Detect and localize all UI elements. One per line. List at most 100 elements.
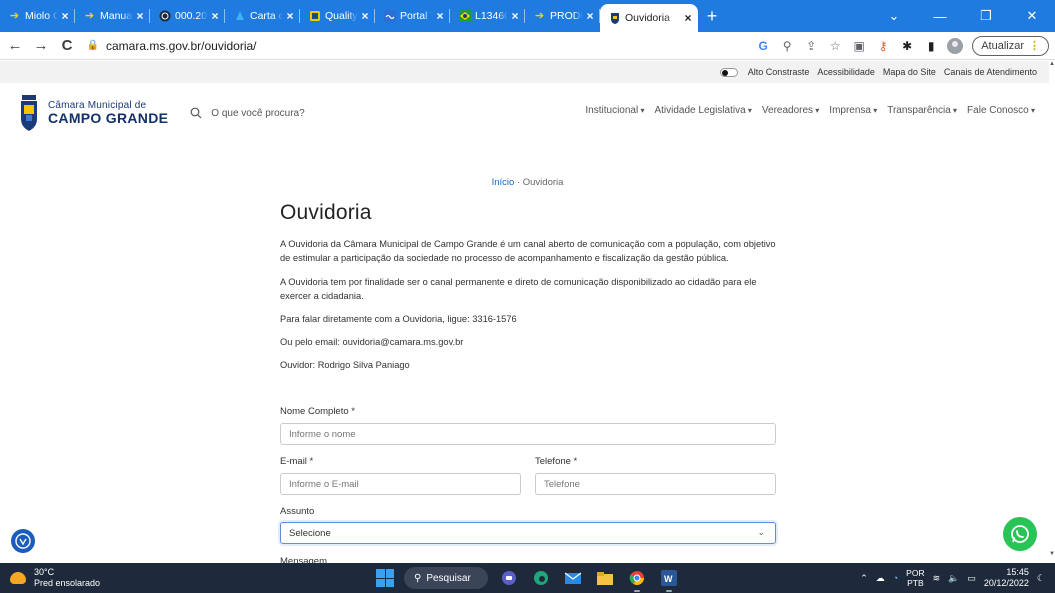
wifi-icon[interactable]: ≋: [933, 573, 941, 584]
name-placeholder: Informe o nome: [289, 428, 356, 440]
taskbar-clock[interactable]: 15:45 20/12/2022: [984, 567, 1029, 589]
extensions-puzzle-icon[interactable]: ✱: [896, 35, 918, 57]
forward-icon[interactable]: →: [30, 37, 52, 54]
close-icon[interactable]: ×: [508, 9, 522, 23]
browser-tab[interactable]: 000.2020_ ×: [150, 0, 225, 32]
close-icon[interactable]: ×: [58, 9, 72, 23]
mail-icon[interactable]: [562, 567, 584, 589]
brand-logo[interactable]: Câmara Municipal de CAMPO GRANDE: [48, 101, 168, 126]
tray-overflow-chevron-icon[interactable]: ⌃: [860, 573, 868, 584]
contrast-toggle[interactable]: [719, 67, 738, 77]
volume-icon[interactable]: 🔈: [948, 573, 959, 584]
sun-cloud-icon: [10, 572, 26, 584]
network-status-icon[interactable]: ◔: [893, 573, 898, 583]
tab-label: Ouvidoria: [625, 12, 670, 24]
extension-key-icon[interactable]: ⚷: [872, 35, 894, 57]
browser-tab[interactable]: ➔ Miolo Cart ×: [0, 0, 75, 32]
nav-institucional[interactable]: Institucional: [585, 105, 644, 116]
profile-avatar-icon[interactable]: [944, 35, 966, 57]
close-icon[interactable]: ×: [133, 9, 147, 23]
subject-select[interactable]: Selecione ⌄: [280, 522, 776, 544]
onedrive-cloud-icon[interactable]: ☁: [876, 573, 885, 584]
whatsapp-icon[interactable]: [1003, 517, 1037, 551]
scroll-up-icon[interactable]: ▲: [1049, 61, 1055, 67]
browser-tab[interactable]: Carta de S ×: [225, 0, 300, 32]
browser-tab-active[interactable]: Ouvidoria ×: [600, 4, 698, 32]
tab-label: Portal TCE: [400, 10, 433, 22]
service-channels-link[interactable]: Canais de Atendimento: [944, 67, 1037, 77]
nav-imprensa[interactable]: Imprensa: [829, 105, 877, 116]
restore-button[interactable]: ❐: [963, 0, 1009, 32]
extension-image-icon[interactable]: ▣: [848, 35, 870, 57]
page-scrollbar[interactable]: ▲ ▼: [1049, 61, 1055, 561]
share-icon[interactable]: ⇪: [800, 35, 822, 57]
close-icon[interactable]: ×: [358, 9, 372, 23]
update-label: Atualizar: [981, 39, 1024, 52]
back-icon[interactable]: ←: [4, 37, 26, 54]
tab-search-icon[interactable]: ⌄: [871, 0, 917, 32]
lang-line2: PTB: [907, 578, 924, 588]
battery-icon[interactable]: ▭: [967, 573, 976, 584]
reload-icon[interactable]: C: [56, 37, 78, 54]
bookmark-star-icon[interactable]: ☆: [824, 35, 846, 57]
close-icon[interactable]: ×: [208, 9, 222, 23]
close-icon[interactable]: ×: [681, 11, 695, 25]
edge-icon[interactable]: [530, 567, 552, 589]
browser-tab[interactable]: Quality W ×: [300, 0, 375, 32]
side-panel-icon[interactable]: ▮: [920, 35, 942, 57]
taskbar-search-label: Pesquisar: [426, 572, 471, 584]
update-button[interactable]: Atualizar ⋮: [972, 35, 1049, 56]
nav-atividade-legislativa[interactable]: Atividade Legislativa: [654, 105, 751, 116]
accessibility-bar: Alto Constraste Acessibilidade Mapa do S…: [0, 61, 1055, 83]
phone-placeholder: Telefone: [544, 478, 580, 490]
word-icon[interactable]: W: [658, 567, 680, 592]
site-search[interactable]: O que você procura?: [190, 107, 305, 119]
zoom-icon[interactable]: ⚲: [776, 35, 798, 57]
accessibility-link[interactable]: Acessibilidade: [817, 67, 875, 77]
subject-selected-value: Selecione: [289, 527, 331, 539]
phone-field[interactable]: Telefone: [535, 473, 776, 495]
windows-start-icon[interactable]: [376, 569, 394, 587]
language-indicator[interactable]: POR PTB: [906, 568, 924, 588]
browser-tab[interactable]: Portal TCE ×: [375, 0, 450, 32]
doc-icon: [308, 10, 321, 23]
google-icon[interactable]: G: [752, 35, 774, 57]
email-field[interactable]: Informe o E-mail: [280, 473, 521, 495]
browser-tab[interactable]: L13460 ×: [450, 0, 525, 32]
tab-label: Miolo Cart: [25, 10, 58, 22]
browser-tab[interactable]: ➔ PRODUTO ×: [525, 0, 600, 32]
close-window-button[interactable]: ✕: [1009, 0, 1055, 32]
window-controls: ⌄ — ❐ ✕: [871, 0, 1055, 32]
nav-fale-conosco[interactable]: Fale Conosco: [967, 105, 1035, 116]
new-tab-button[interactable]: +: [698, 0, 726, 32]
lock-icon[interactable]: 🔒: [86, 40, 100, 51]
chrome-icon[interactable]: [626, 567, 648, 592]
weather-widget[interactable]: 30°C Pred ensolarado: [10, 567, 100, 589]
sitemap-link[interactable]: Mapa do Site: [883, 67, 936, 77]
close-icon[interactable]: ×: [583, 9, 597, 23]
breadcrumb-home-link[interactable]: Início: [492, 177, 515, 188]
tab-label: 000.2020_: [175, 10, 208, 22]
close-icon[interactable]: ×: [283, 9, 297, 23]
address-bar[interactable]: 🔒 camara.ms.gov.br/ouvidoria/: [86, 35, 752, 57]
search-icon: ⚲: [414, 572, 422, 584]
file-explorer-icon[interactable]: [594, 567, 616, 589]
email-label: E-mail *: [280, 456, 314, 467]
minimize-button[interactable]: —: [917, 0, 963, 32]
accessibility-widget-icon[interactable]: [11, 529, 35, 553]
teams-chat-icon[interactable]: [498, 567, 520, 589]
high-contrast-link[interactable]: Alto Constraste: [748, 67, 810, 77]
taskbar-search[interactable]: ⚲ Pesquisar: [404, 567, 488, 589]
crest-icon: [608, 12, 621, 25]
notifications-moon-icon[interactable]: ☾: [1037, 573, 1045, 584]
browser-tab[interactable]: ➔ Manual de ×: [75, 0, 150, 32]
scroll-down-icon[interactable]: ▼: [1049, 551, 1055, 557]
email-paragraph: Ou pelo email: ouvidoria@camara.ms.gov.b…: [280, 337, 464, 347]
weather-desc: Pred ensolarado: [34, 578, 101, 588]
close-icon[interactable]: ×: [433, 9, 447, 23]
nav-transparencia[interactable]: Transparência: [887, 105, 957, 116]
name-field[interactable]: Informe o nome: [280, 423, 776, 445]
nav-vereadores[interactable]: Vereadores: [762, 105, 819, 116]
crest-logo-icon[interactable]: [20, 95, 38, 131]
tab-label: PRODUTO: [550, 10, 583, 22]
